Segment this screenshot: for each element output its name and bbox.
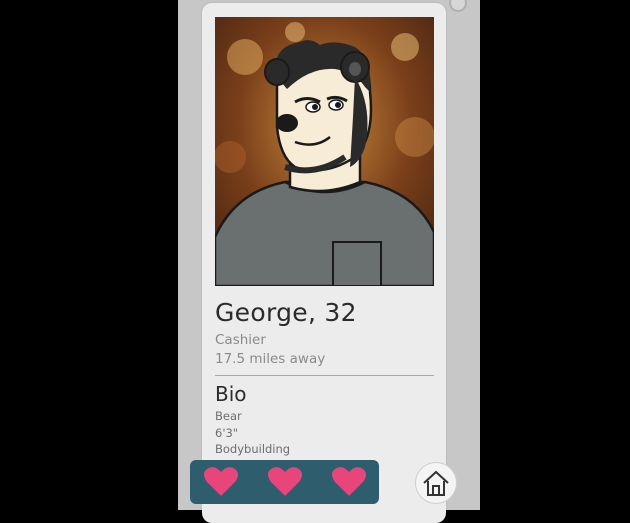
heart-icon	[204, 467, 238, 496]
profile-name-age: George, 32	[215, 298, 357, 327]
bio-line: Bear	[215, 409, 242, 423]
bio-line: Bodybuilding	[215, 442, 291, 456]
home-icon	[423, 470, 449, 496]
profile-photo	[215, 17, 434, 286]
heart-icon	[268, 467, 302, 496]
heart-button-3[interactable]	[331, 465, 367, 497]
heart-icon	[332, 467, 366, 496]
bio-heading: Bio	[215, 382, 247, 406]
bio-line: 6'3"	[215, 426, 239, 440]
home-button[interactable]	[415, 462, 457, 504]
heart-button-1[interactable]	[203, 465, 239, 497]
profile-distance: 17.5 miles away	[215, 351, 326, 367]
heart-button-2[interactable]	[267, 465, 303, 497]
profile-job: Cashier	[215, 332, 266, 348]
section-divider	[215, 375, 434, 376]
